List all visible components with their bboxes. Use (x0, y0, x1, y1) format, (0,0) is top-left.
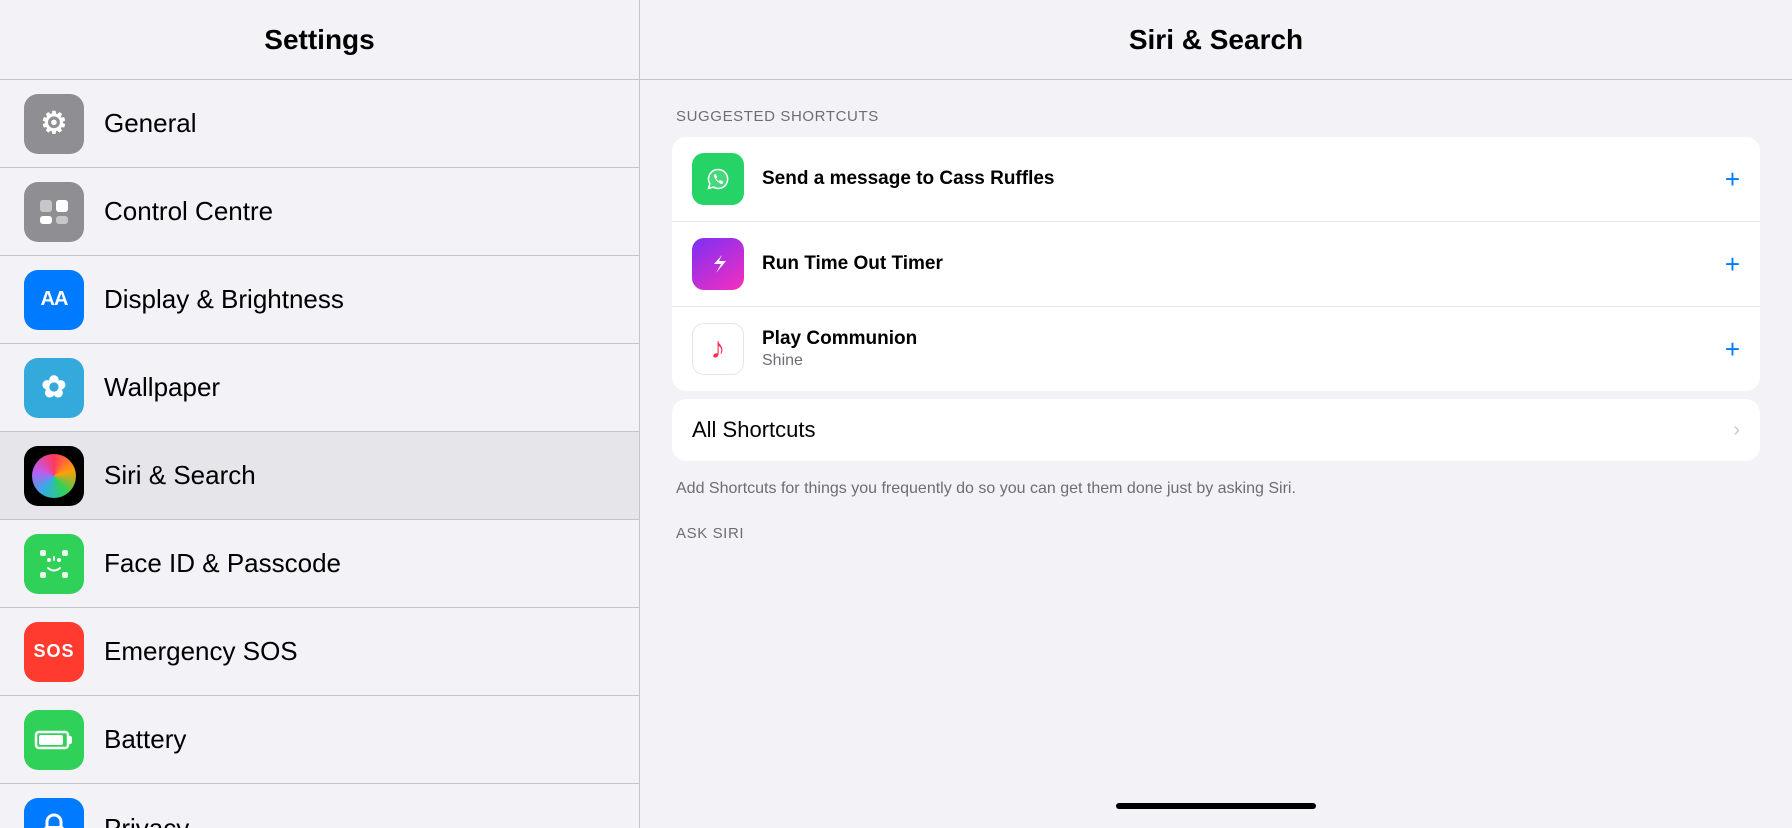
faceid-label: Face ID & Passcode (104, 548, 341, 579)
timer-shortcut-text: Run Time Out Timer (762, 253, 1709, 275)
shortcuts-app-icon (692, 238, 744, 290)
faceid-icon-bg (24, 534, 84, 594)
chevron-right-icon: › (1733, 419, 1740, 442)
battery-icon-bg (24, 710, 84, 770)
whatsapp-add-button[interactable]: + (1725, 164, 1740, 195)
control-label: Control Centre (104, 196, 273, 227)
faceid-icon (36, 546, 72, 582)
sidebar-item-faceid[interactable]: Face ID & Passcode (0, 520, 639, 608)
battery-label: Battery (104, 724, 186, 755)
sidebar-item-siri[interactable]: Siri & Search (0, 432, 639, 520)
sidebar-item-sos[interactable]: SOS Emergency SOS (0, 608, 639, 696)
whatsapp-icon (701, 162, 735, 196)
suggested-shortcuts-label: SUGGESTED SHORTCUTS (672, 108, 1760, 125)
music-app-icon: ♪ (692, 323, 744, 375)
general-label: General (104, 108, 197, 139)
detail-title: Siri & Search (1129, 24, 1303, 56)
bottom-bar (640, 792, 1792, 828)
shortcut-whatsapp-row[interactable]: Send a message to Cass Ruffles + (672, 137, 1760, 222)
sidebar-item-general[interactable]: ⚙ General (0, 80, 639, 168)
helper-text: Add Shortcuts for things you frequently … (672, 469, 1760, 517)
wallpaper-icon-bg: ✿ (24, 358, 84, 418)
all-shortcuts-row[interactable]: All Shortcuts › (672, 399, 1760, 461)
control-centre-icon (36, 194, 72, 230)
sos-icon-bg: SOS (24, 622, 84, 682)
music-note-icon: ♪ (711, 332, 726, 366)
sidebar-item-display[interactable]: AA Display & Brightness (0, 256, 639, 344)
timer-add-button[interactable]: + (1725, 249, 1740, 280)
shortcuts-icon (701, 247, 735, 281)
music-shortcut-subtitle: Shine (762, 352, 1709, 370)
privacy-label: Privacy (104, 813, 189, 828)
settings-header: Settings (0, 0, 639, 80)
settings-panel: Settings ⚙ General Control Centre (0, 0, 640, 828)
sidebar-item-battery[interactable]: Battery (0, 696, 639, 784)
general-icon-bg: ⚙ (24, 94, 84, 154)
shortcut-timer-row[interactable]: Run Time Out Timer + (672, 222, 1760, 307)
siri-icon-bg (24, 446, 84, 506)
detail-content: SUGGESTED SHORTCUTS Send a message to Ca… (640, 80, 1792, 792)
gear-icon: ⚙ (41, 106, 68, 141)
wallpaper-icon: ✿ (41, 370, 66, 405)
ask-siri-label: ASK SIRI (672, 525, 1760, 542)
privacy-icon-bg (24, 798, 84, 828)
siri-label: Siri & Search (104, 460, 256, 491)
sidebar-item-control[interactable]: Control Centre (0, 168, 639, 256)
battery-icon (34, 722, 74, 758)
detail-header: Siri & Search (640, 0, 1792, 80)
whatsapp-shortcut-title: Send a message to Cass Ruffles (762, 168, 1709, 190)
sos-label: Emergency SOS (104, 636, 298, 667)
detail-panel: Siri & Search SUGGESTED SHORTCUTS Send a… (640, 0, 1792, 828)
all-shortcuts-title: All Shortcuts (692, 417, 816, 443)
sos-icon: SOS (33, 641, 74, 662)
sidebar-item-privacy[interactable]: Privacy (0, 784, 639, 828)
shortcut-music-row[interactable]: ♪ Play Communion Shine + (672, 307, 1760, 391)
sidebar-item-wallpaper[interactable]: ✿ Wallpaper (0, 344, 639, 432)
home-indicator (1116, 803, 1316, 809)
music-shortcut-text: Play Communion Shine (762, 328, 1709, 370)
timer-shortcut-title: Run Time Out Timer (762, 253, 1709, 275)
display-icon: AA (41, 288, 68, 311)
all-shortcuts-card[interactable]: All Shortcuts › (672, 399, 1760, 461)
privacy-icon (36, 810, 72, 828)
siri-icon (32, 454, 76, 498)
music-add-button[interactable]: + (1725, 334, 1740, 365)
control-icon-bg (24, 182, 84, 242)
whatsapp-shortcut-text: Send a message to Cass Ruffles (762, 168, 1709, 190)
display-label: Display & Brightness (104, 284, 344, 315)
shortcuts-card: Send a message to Cass Ruffles + Run Tim… (672, 137, 1760, 391)
music-shortcut-title: Play Communion (762, 328, 1709, 350)
settings-title: Settings (264, 24, 374, 56)
display-icon-bg: AA (24, 270, 84, 330)
whatsapp-app-icon (692, 153, 744, 205)
settings-list: ⚙ General Control Centre AA Display & Br… (0, 80, 639, 828)
wallpaper-label: Wallpaper (104, 372, 220, 403)
